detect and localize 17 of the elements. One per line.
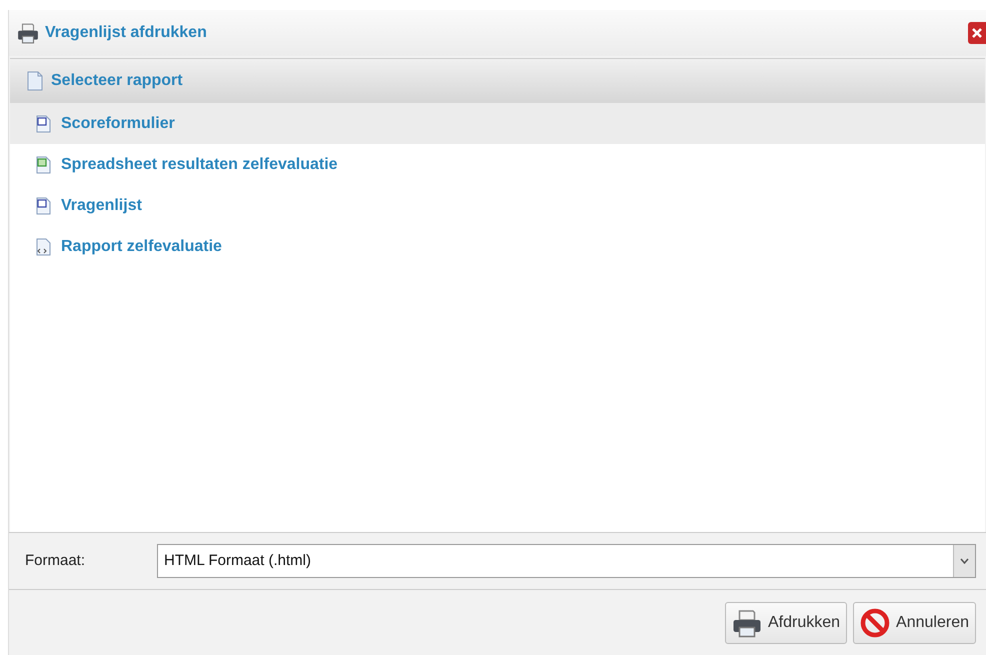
spreadsheet-icon: [35, 156, 51, 174]
printer-icon: [17, 22, 39, 44]
document-icon: [35, 196, 51, 214]
dialog-title: Vragenlijst afdrukken: [45, 23, 207, 43]
code-file-icon: [35, 238, 51, 256]
panel-title: Selecteer rapport: [51, 71, 183, 91]
format-select[interactable]: HTML Formaat (.html): [157, 544, 976, 578]
cancel-icon: [860, 608, 890, 638]
printer-icon: [732, 608, 762, 638]
report-item[interactable]: Scoreformulier: [10, 103, 985, 144]
report-icon: [27, 71, 43, 91]
format-label: Formaat:: [25, 550, 86, 571]
cancel-button[interactable]: Annuleren: [853, 602, 976, 644]
print-button[interactable]: Afdrukken: [725, 602, 848, 644]
document-icon: [35, 114, 51, 132]
close-icon: [972, 28, 982, 38]
close-button[interactable]: [968, 22, 986, 44]
